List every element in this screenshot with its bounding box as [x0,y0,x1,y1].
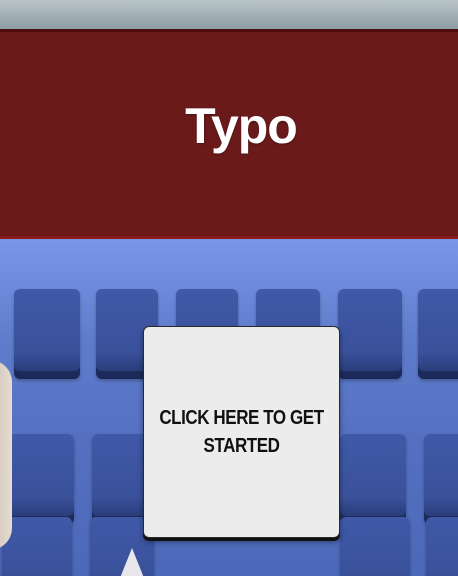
app-title: Typo [185,98,298,154]
keyboard-key [424,434,458,524]
status-strip [0,0,458,29]
app-screen: Typo CLICK HERE TO GET STARTED [0,0,458,576]
get-started-button[interactable]: CLICK HERE TO GET STARTED [143,326,340,538]
finger-photo-detail [0,360,12,550]
keyboard-key [338,289,402,379]
app-header: Typo [0,29,458,239]
keyboard-key [340,517,410,576]
pen-tip-photo-detail [120,548,144,576]
keyboard-key [340,434,406,524]
get-started-label: CLICK HERE TO GET STARTED [159,407,324,457]
keyboard-key [14,289,80,379]
keyboard-key [2,517,72,576]
keyboard-key [8,434,74,524]
keyboard-key [418,289,458,379]
keyboard-key [426,517,458,576]
